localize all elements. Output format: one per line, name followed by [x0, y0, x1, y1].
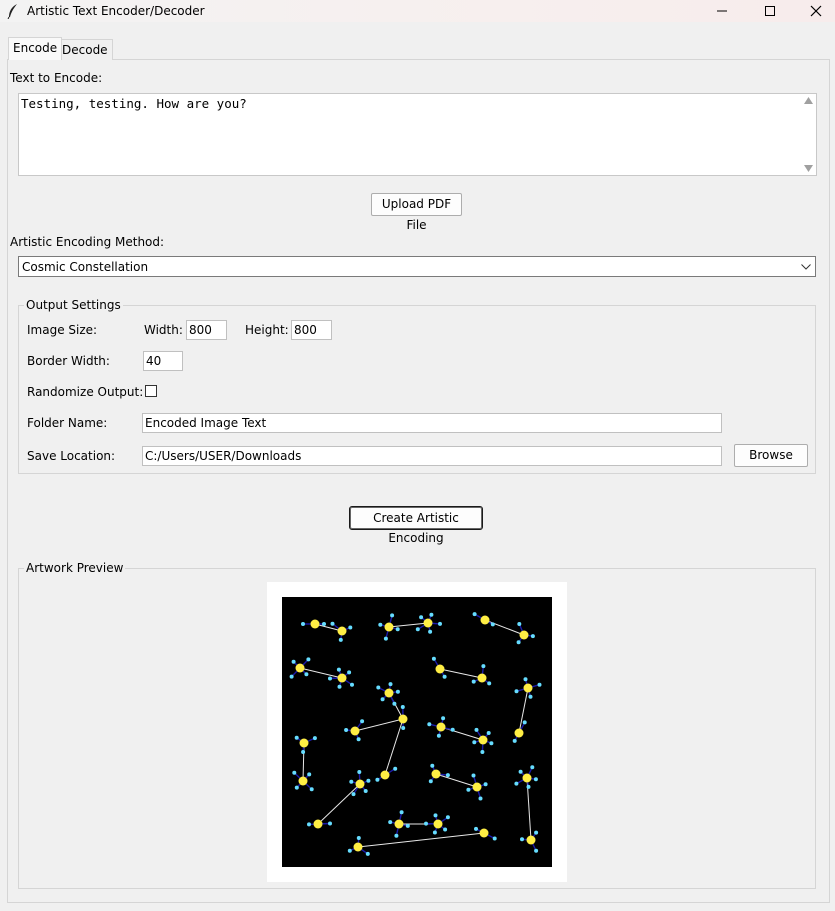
close-icon	[810, 5, 822, 17]
minimize-button[interactable]	[700, 0, 744, 22]
width-input[interactable]: 800	[186, 320, 227, 340]
artwork-preview-title: Artwork Preview	[24, 561, 126, 575]
scroll-up-arrow-icon[interactable]	[804, 97, 813, 104]
tab-decode[interactable]: Decode	[57, 39, 113, 60]
feather-icon	[7, 4, 17, 19]
minimize-icon	[717, 10, 727, 12]
chevron-down-icon	[801, 264, 811, 270]
height-label: Height:	[245, 323, 289, 337]
encoding-method-label: Artistic Encoding Method:	[10, 235, 165, 249]
text-to-encode-label: Text to Encode:	[10, 71, 103, 85]
randomize-output-label: Randomize Output:	[27, 385, 144, 399]
save-location-input[interactable]: C:/Users/USER/Downloads	[142, 446, 722, 466]
encoding-method-select[interactable]: Cosmic Constellation	[18, 256, 816, 277]
height-input[interactable]: 800	[291, 320, 332, 340]
randomize-output-checkbox[interactable]	[145, 385, 157, 397]
maximize-icon	[765, 6, 775, 16]
border-width-label: Border Width:	[27, 354, 110, 368]
folder-name-input[interactable]: Encoded Image Text	[142, 413, 722, 433]
save-location-label: Save Location:	[27, 449, 116, 463]
width-label: Width:	[144, 323, 183, 337]
image-size-label: Image Size:	[27, 323, 98, 337]
maximize-button[interactable]	[748, 0, 792, 22]
upload-pdf-button[interactable]: Upload PDF File	[371, 193, 462, 232]
browse-button[interactable]: Browse	[734, 444, 808, 467]
artwork-preview-image	[282, 597, 552, 867]
text-to-encode-value: Testing, testing. How are you?	[21, 96, 247, 111]
border-width-input[interactable]: 40	[143, 351, 183, 371]
text-to-encode-input[interactable]: Testing, testing. How are you?	[18, 93, 817, 176]
title-bar: Artistic Text Encoder/Decoder	[0, 0, 835, 22]
close-button[interactable]	[794, 0, 835, 22]
encoding-method-value: Cosmic Constellation	[22, 260, 149, 274]
output-settings-title: Output Settings	[24, 298, 123, 312]
folder-name-label: Folder Name:	[27, 416, 108, 430]
create-artistic-encoding-button[interactable]: Create Artistic Encoding	[349, 506, 483, 545]
scroll-down-arrow-icon[interactable]	[804, 165, 813, 172]
window-title: Artistic Text Encoder/Decoder	[27, 4, 205, 18]
tab-encode[interactable]: Encode	[8, 37, 63, 60]
